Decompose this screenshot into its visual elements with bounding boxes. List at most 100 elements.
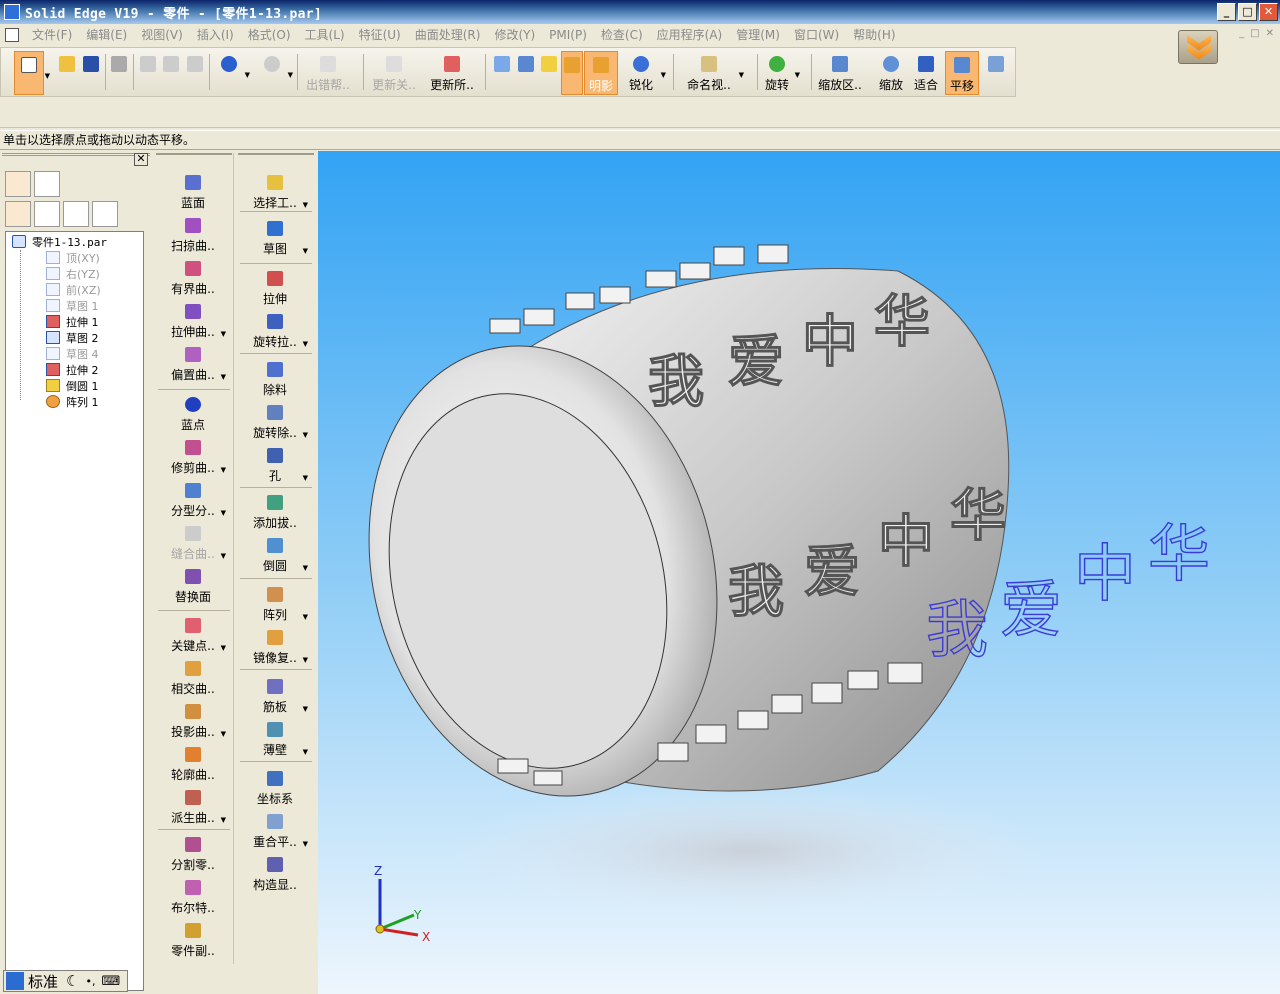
tab-sensors-icon[interactable] [92, 201, 118, 227]
extrude-button[interactable]: 拉伸 [236, 267, 314, 309]
tab-assembly-icon[interactable] [63, 201, 89, 227]
tree-item-extrude-1[interactable]: 拉伸 1 [46, 314, 99, 329]
tree-item-plane-top[interactable]: 顶(XY) [46, 250, 100, 265]
view-wire-button[interactable] [515, 51, 537, 95]
add-draft-button[interactable]: 添加拔.. [236, 491, 314, 533]
extruded-surface-button[interactable]: 拉伸曲.. ▼ [154, 300, 232, 342]
pan-button[interactable]: 平移 [945, 51, 979, 95]
tree-item-sketch-2[interactable]: 草图 2 [46, 330, 99, 345]
thin-wall-button[interactable]: 薄壁 ▼ [236, 718, 314, 760]
menu-edit[interactable]: 编辑(E) [79, 25, 134, 45]
menu-surfacing[interactable]: 曲面处理(R) [408, 25, 488, 45]
menu-applications[interactable]: 应用程序(A) [650, 25, 730, 45]
ime-icon[interactable] [6, 972, 24, 990]
whats-this-help-button[interactable] [985, 51, 1007, 95]
chevron-down-icon[interactable]: ▼ [661, 71, 666, 79]
construction-display-button[interactable]: 构造显.. [236, 853, 314, 895]
zoom-button[interactable]: 缩放 [875, 51, 907, 95]
update-all-button[interactable]: 更新所.. [427, 51, 477, 95]
graphics-window[interactable]: 我 爱 中 华 我 爱 中 华 我 爱 中 华 Z Y X [318, 151, 1280, 994]
blue-dot-button[interactable]: 蓝点 [154, 393, 232, 435]
tree-root[interactable]: 零件1-13.par [12, 234, 107, 249]
chevron-down-icon[interactable]: ▼ [795, 71, 800, 79]
chevron-down-icon[interactable]: ▼ [303, 340, 308, 348]
ime-mode[interactable]: 标准 [28, 971, 58, 992]
mdi-close-button[interactable]: ✕ [1266, 28, 1274, 39]
chevron-down-icon[interactable]: ▼ [221, 644, 226, 652]
rotate-button[interactable]: 旋转 ▼ [761, 51, 800, 95]
cutout-button[interactable]: 除料 [236, 358, 314, 400]
menu-format[interactable]: 格式(O) [241, 25, 298, 45]
minimize-button[interactable]: _ [1217, 3, 1236, 21]
tree-item-round-1[interactable]: 倒圆 1 [46, 378, 99, 393]
copy-button[interactable] [161, 51, 181, 95]
zoom-area-button[interactable]: 缩放区.. [817, 51, 863, 95]
swept-surface-button[interactable]: 扫掠曲.. [154, 214, 232, 256]
moon-icon[interactable]: ☾ [66, 972, 79, 990]
round-button[interactable]: 倒圆 ▼ [236, 534, 314, 576]
mirror-copy-button[interactable]: 镜像复.. ▼ [236, 626, 314, 668]
view-iso-button[interactable] [491, 51, 513, 95]
sketch-button[interactable]: 草图 ▼ [236, 217, 314, 259]
edgebar-grip[interactable] [2, 153, 150, 167]
menu-help[interactable]: 帮助(H) [846, 25, 902, 45]
save-button[interactable] [81, 51, 101, 95]
cut-button[interactable] [138, 51, 158, 95]
chevron-down-icon[interactable]: ▼ [303, 431, 308, 439]
chevron-down-icon[interactable]: ▼ [303, 748, 308, 756]
part-copy-button[interactable]: 零件副.. [154, 919, 232, 961]
tree-item-sketch-1[interactable]: 草图 1 [46, 298, 99, 313]
tab-layers-icon[interactable] [34, 171, 60, 197]
coordinate-system-button[interactable]: 坐标系 [236, 767, 314, 809]
chevron-down-icon[interactable]: ▼ [288, 71, 293, 79]
close-button[interactable]: ✕ [1259, 3, 1278, 21]
undo-button[interactable]: ▼ [215, 51, 250, 95]
ime-status-bar[interactable]: 标准 ☾ •, ⌨ [3, 970, 128, 992]
bounded-surface-button[interactable]: 有界曲.. [154, 257, 232, 299]
chevron-down-icon[interactable]: ▼ [303, 840, 308, 848]
update-links-button[interactable]: 更新关.. [369, 51, 419, 95]
palette-grip[interactable] [156, 153, 232, 157]
mdi-restore-button[interactable]: □ [1250, 28, 1259, 39]
fit-button[interactable]: 适合 [911, 51, 941, 95]
chevron-down-icon[interactable]: ▼ [45, 72, 50, 80]
intersection-curve-button[interactable]: 相交曲.. [154, 657, 232, 699]
menu-insert[interactable]: 插入(I) [190, 25, 241, 45]
chevron-down-icon[interactable]: ▼ [221, 552, 226, 560]
parting-split-button[interactable]: 分型分.. ▼ [154, 479, 232, 521]
revolve-button[interactable]: 旋转拉.. ▼ [236, 310, 314, 352]
stitched-surface-button[interactable]: 缝合曲.. ▼ [154, 522, 232, 564]
chevron-down-icon[interactable]: ▼ [303, 564, 308, 572]
chevron-down-icon[interactable]: ▼ [303, 201, 308, 209]
edgebar-close-icon[interactable]: ✕ [134, 153, 148, 166]
keyboard-icon[interactable]: ⌨ [101, 974, 120, 989]
menu-features[interactable]: 特征(U) [352, 25, 408, 45]
replace-face-button[interactable]: 替换面 [154, 565, 232, 607]
shaded-button[interactable]: 明影 [584, 51, 618, 95]
chevron-down-icon[interactable]: ▼ [221, 373, 226, 381]
trim-surface-button[interactable]: 修剪曲.. ▼ [154, 436, 232, 478]
chevron-down-icon[interactable]: ▼ [221, 466, 226, 474]
menu-pmi[interactable]: PMI(P) [542, 25, 594, 45]
hole-button[interactable]: 孔 ▼ [236, 444, 314, 486]
tree-item-pattern-1[interactable]: 阵列 1 [46, 394, 99, 409]
punctuation-icon[interactable]: •, [85, 975, 95, 988]
contour-curve-button[interactable]: 轮廓曲.. [154, 743, 232, 785]
chevron-down-icon[interactable]: ▼ [303, 705, 308, 713]
shaded-edges-button[interactable] [561, 51, 583, 95]
tab-family-icon[interactable] [34, 201, 60, 227]
redo-button[interactable]: ▼ [258, 51, 293, 95]
paste-button[interactable] [185, 51, 205, 95]
maximize-button[interactable]: □ [1238, 3, 1257, 21]
new-button[interactable]: ▼ [14, 51, 50, 95]
open-button[interactable] [57, 51, 77, 95]
print-button[interactable] [109, 51, 129, 95]
offset-surface-button[interactable]: 偏置曲.. ▼ [154, 343, 232, 385]
split-part-button[interactable]: 分割零.. [154, 833, 232, 875]
title-bar[interactable]: Solid Edge V19 - 零件 - [零件1-13.par] _ □ ✕ [0, 0, 1280, 24]
palette-grip[interactable] [238, 153, 314, 157]
revolved-cutout-button[interactable]: 旋转除.. ▼ [236, 401, 314, 443]
menu-file[interactable]: 文件(F) [25, 25, 79, 45]
tree-item-plane-front[interactable]: 前(XZ) [46, 282, 101, 297]
named-views-button[interactable]: 命名视.. ▼ [681, 51, 744, 95]
